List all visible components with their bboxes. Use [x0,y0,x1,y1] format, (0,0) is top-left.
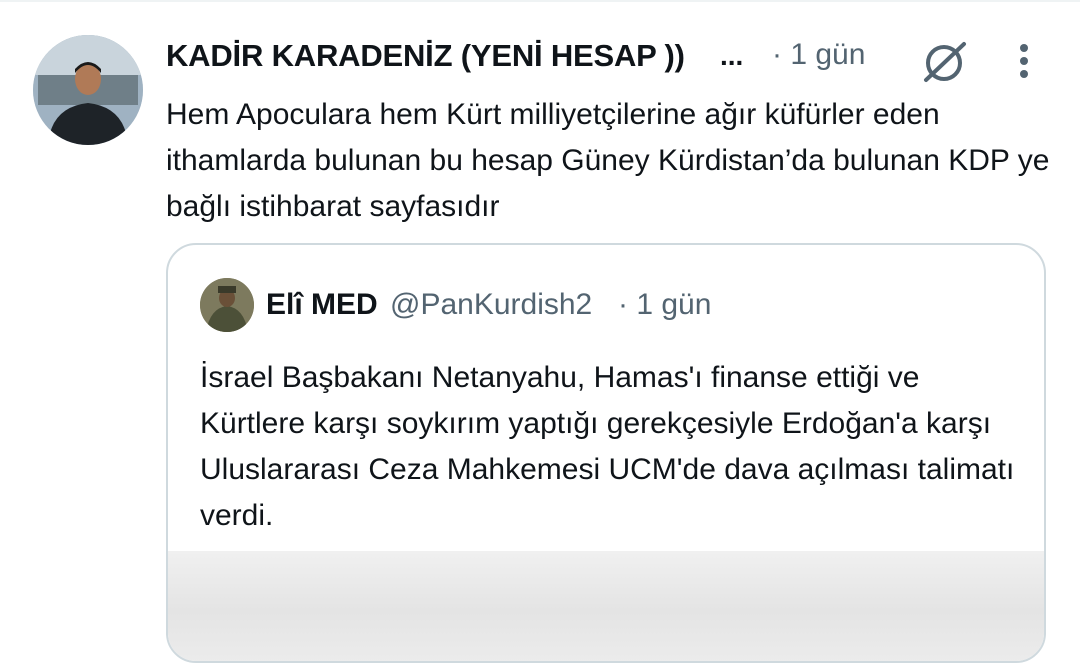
name-truncation: ... [720,40,744,71]
tweet-text: Hem Apoculara hem Kürt milliyetçilerine … [166,98,1050,223]
avatar-image [33,35,143,145]
top-divider [0,0,1080,2]
quoted-tweet-card[interactable]: Elî MED @PanKurdish2 · 1 gün İsrael Başb… [166,243,1046,663]
quoted-tweet-time[interactable]: · 1 gün [618,288,711,322]
vertical-dots-icon[interactable] [1010,42,1038,82]
quoted-author-handle[interactable]: @PanKurdish2 [390,288,592,322]
quoted-tweet-text: İsrael Başbakanı Netanyahu, Hamas'ı fina… [200,361,1015,532]
quoted-author-avatar[interactable] [200,278,254,332]
author-name[interactable]: KADİR KARADENİZ (YENİ HESAP )) [166,38,685,74]
grok-slash-circle-icon[interactable] [920,40,968,84]
quoted-tweet-media[interactable] [168,551,1044,661]
quoted-author-name[interactable]: Elî MED [266,288,378,322]
tweet-time[interactable]: · 1 gün [772,38,865,72]
avatar[interactable] [33,35,143,145]
